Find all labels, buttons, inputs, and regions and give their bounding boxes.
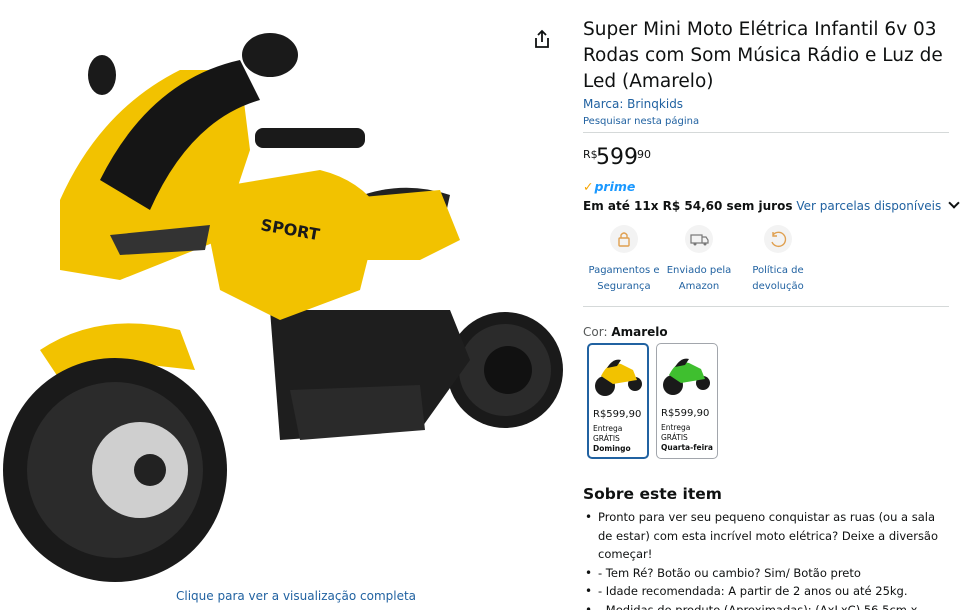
share-icon: [535, 29, 549, 48]
color-label-key: Cor:: [583, 325, 608, 339]
feature-return-policy[interactable]: Política de devolução: [737, 225, 819, 295]
about-bullet: - Tem Ré? Botão ou cambio? Sim/ Botão pr…: [583, 564, 953, 583]
swatch-delivery: Entrega GRÁTIS Quarta-feira: [661, 423, 713, 452]
price-fraction: 90: [637, 148, 651, 161]
swatch-delivery: Entrega GRÁTIS Domingo: [593, 424, 631, 453]
feature-label: Amazon: [678, 281, 720, 292]
installments: Em até 11x R$ 54,60 sem juros Ver parcel…: [583, 197, 960, 213]
color-swatch-verde[interactable]: R$599,90 Entrega GRÁTIS Quarta-feira: [656, 343, 718, 459]
feature-payments-security[interactable]: Pagamentos e Segurança: [583, 225, 665, 295]
about-bullet: - Medidas do produto (Aproximadas): (AxL…: [583, 601, 953, 610]
feature-label: devolução: [752, 281, 804, 292]
truck-icon: [685, 225, 713, 253]
lock-icon: [610, 225, 638, 253]
front-wheel: [3, 358, 227, 582]
swatch-price: R$599,90: [593, 409, 642, 420]
feature-label: Segurança: [597, 281, 651, 292]
feature-label: Enviado pela: [666, 265, 732, 276]
brand-link[interactable]: Marca: Brinqkids: [583, 97, 683, 111]
divider: [583, 306, 949, 307]
color-selected-value: Amarelo: [611, 325, 668, 339]
swatch-thumbnail: [595, 359, 642, 396]
prime-check-icon: ✓: [583, 179, 594, 194]
color-swatch-amarelo[interactable]: R$599,90 Entrega GRÁTIS Domingo: [587, 343, 649, 459]
about-bullets: Pronto para ver seu pequeno conquistar a…: [583, 508, 953, 610]
installments-text: Em até 11x R$ 54,60 sem juros: [583, 199, 793, 213]
installments-link[interactable]: Ver parcelas disponíveis: [796, 199, 941, 213]
feature-label: Pagamentos e: [588, 265, 660, 276]
color-selector-label: Cor: Amarelo: [583, 325, 668, 339]
about-section-title: Sobre este item: [583, 485, 722, 503]
about-bullet: Pronto para ver seu pequeno conquistar a…: [583, 508, 953, 564]
rear-wheel: [447, 312, 563, 428]
prime-label: prime: [594, 179, 636, 194]
about-bullet: - Idade recomendada: A partir de 2 anos …: [583, 582, 953, 601]
swatch-price: R$599,90: [661, 408, 710, 419]
product-title: Super Mini Moto Elétrica Infantil 6v 03 …: [583, 19, 943, 92]
chevron-down-icon[interactable]: [948, 197, 960, 209]
feature-shipped-by-amazon[interactable]: Enviado pela Amazon: [658, 225, 740, 295]
share-button[interactable]: [531, 28, 553, 50]
prime-badge[interactable]: ✓prime: [583, 179, 636, 194]
product-main-image[interactable]: SPORT: [0, 10, 570, 585]
feature-label: Política de: [752, 265, 804, 276]
divider: [583, 132, 949, 133]
feature-badges: Pagamentos e Segurança Enviado pela Amazon…: [583, 225, 949, 295]
price-whole: 599: [596, 145, 638, 170]
search-this-page-link[interactable]: Pesquisar nesta página: [583, 116, 699, 127]
swatch-thumbnail: [663, 358, 710, 395]
image-panel: SPORT Clique para ver a visualização com…: [0, 0, 570, 610]
return-icon: [764, 225, 792, 253]
view-full-link[interactable]: Clique para ver a visualização completa: [176, 589, 416, 603]
